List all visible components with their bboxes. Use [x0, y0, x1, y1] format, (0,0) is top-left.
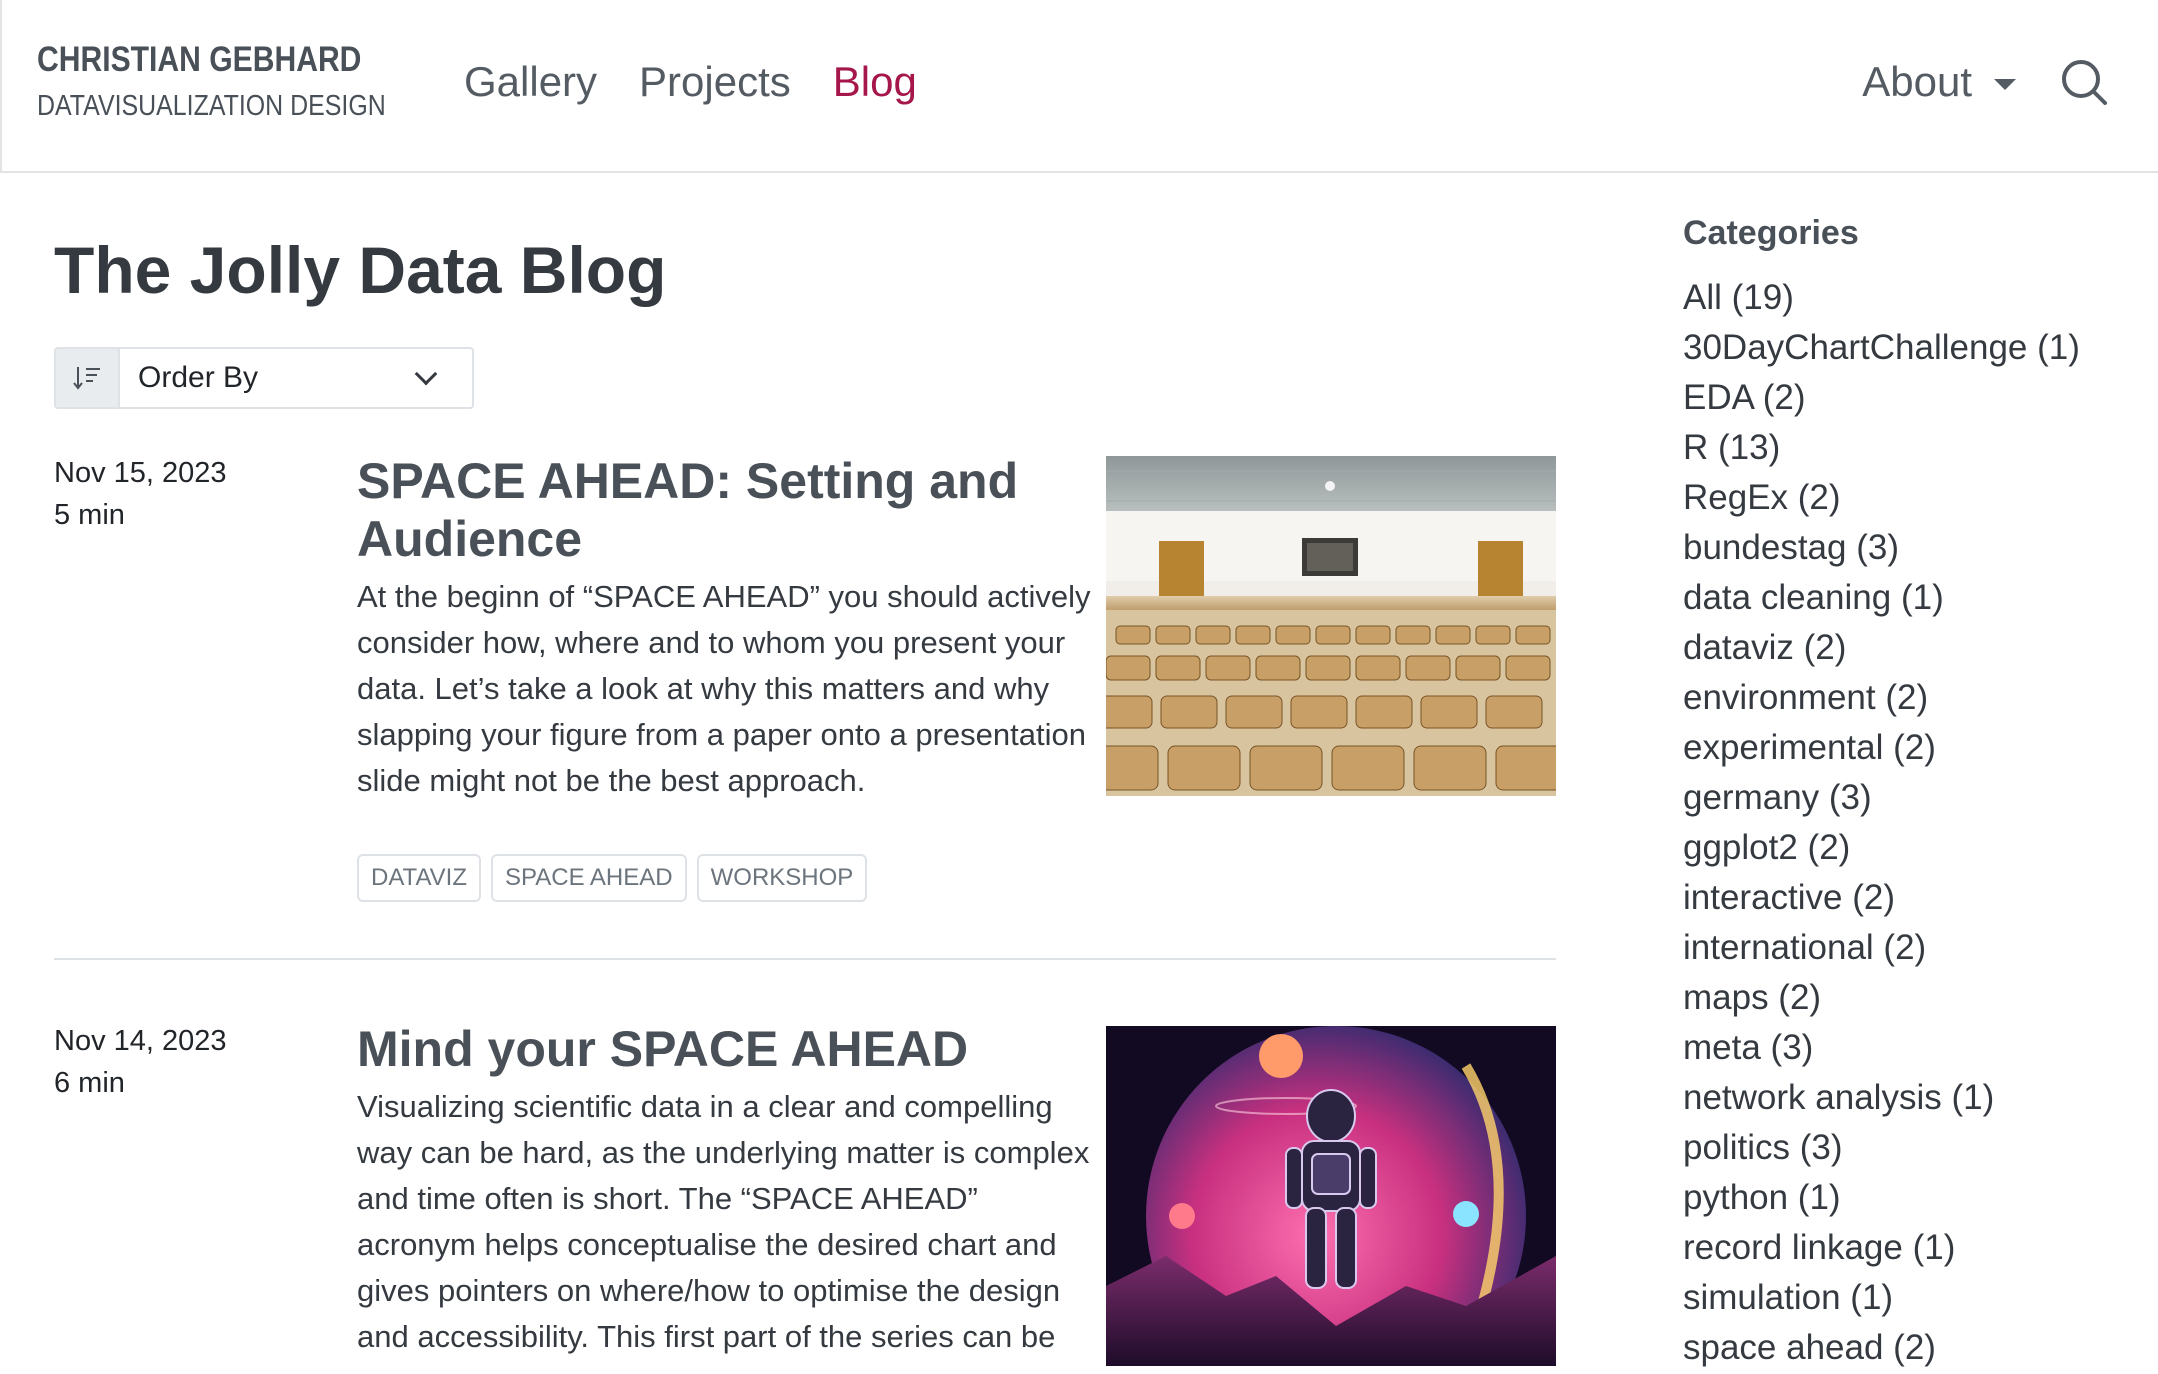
sort-icon [56, 349, 120, 407]
post-meta: Nov 15, 2023 5 min [54, 452, 227, 536]
categories-title: Categories [1683, 214, 1859, 252]
post-body: SPACE AHEAD: Setting and Audience At the… [357, 452, 1097, 902]
post-item[interactable]: Nov 14, 2023 6 min Mind your SPACE AHEAD… [54, 1020, 1556, 1374]
category-international[interactable]: international (2) [1683, 923, 2143, 973]
navbar: CHRISTIAN GEBHARD DATAVISUALIZATION DESI… [0, 0, 2158, 173]
about-dropdown[interactable]: About [1862, 58, 2016, 106]
brand[interactable]: CHRISTIAN GEBHARD DATAVISUALIZATION DESI… [37, 40, 443, 123]
post-read-time: 5 min [54, 499, 125, 531]
brand-title[interactable]: CHRISTIAN GEBHARD [37, 40, 386, 80]
category-politics[interactable]: politics (3) [1683, 1123, 2143, 1173]
category-network-analysis[interactable]: network analysis (1) [1683, 1073, 2143, 1123]
category-record-linkage[interactable]: record linkage (1) [1683, 1223, 2143, 1273]
chevron-down-icon [414, 362, 438, 386]
category-regex[interactable]: RegEx (2) [1683, 473, 2143, 523]
category-data-cleaning[interactable]: data cleaning (1) [1683, 573, 2143, 623]
category-meta[interactable]: meta (3) [1683, 1023, 2143, 1073]
main-nav: Gallery Projects Blog [464, 58, 917, 106]
category-experimental[interactable]: experimental (2) [1683, 723, 2143, 773]
post-tags: DATAVIZ SPACE AHEAD WORKSHOP [357, 854, 1097, 902]
category-germany[interactable]: germany (3) [1683, 773, 2143, 823]
post-title[interactable]: SPACE AHEAD: Setting and Audience [357, 452, 1097, 568]
post-description: At the beginn of “SPACE AHEAD” you shoul… [357, 579, 1091, 798]
post-title[interactable]: Mind your SPACE AHEAD [357, 1020, 1097, 1078]
post-meta: Nov 14, 2023 6 min [54, 1020, 227, 1104]
tag-workshop[interactable]: WORKSHOP [696, 854, 868, 902]
category-bundestag[interactable]: bundestag (3) [1683, 523, 2143, 573]
category-maps[interactable]: maps (2) [1683, 973, 2143, 1023]
brand-subtitle[interactable]: DATAVISUALIZATION DESIGN [37, 90, 386, 123]
category-space-ahead[interactable]: space ahead (2) [1683, 1323, 2143, 1373]
category-all[interactable]: All (19) [1683, 273, 2143, 323]
caret-down-icon [1994, 78, 2016, 90]
category-dataviz[interactable]: dataviz (2) [1683, 623, 2143, 673]
order-by-select[interactable]: Order By [54, 347, 474, 409]
nav-link-blog[interactable]: Blog [833, 58, 917, 106]
tag-dataviz[interactable]: DATAVIZ [357, 854, 481, 902]
post-body: Mind your SPACE AHEAD Visualizing scient… [357, 1020, 1097, 1360]
order-by-label: Order By [138, 361, 259, 394]
lecture-hall-image[interactable] [1106, 456, 1556, 796]
category-interactive[interactable]: interactive (2) [1683, 873, 2143, 923]
category-30daychartchallenge[interactable]: 30DayChartChallenge (1) [1683, 323, 2143, 373]
nav-right: About [1862, 58, 2108, 106]
post-divider [54, 958, 1556, 960]
category-environment[interactable]: environment (2) [1683, 673, 2143, 723]
post-read-time: 6 min [54, 1067, 125, 1099]
post-description: Visualizing scientific data in a clear a… [357, 1089, 1090, 1354]
search-icon[interactable] [2060, 58, 2108, 106]
post-item[interactable]: Nov 15, 2023 5 min SPACE AHEAD: Setting … [54, 452, 1556, 942]
tag-space-ahead[interactable]: SPACE AHEAD [491, 854, 687, 902]
category-python[interactable]: python (1) [1683, 1173, 2143, 1223]
category-ggplot2[interactable]: ggplot2 (2) [1683, 823, 2143, 873]
categories-sidebar: Categories All (19) 30DayChartChallenge … [1683, 214, 2143, 1373]
nav-link-projects[interactable]: Projects [639, 58, 791, 106]
category-simulation[interactable]: simulation (1) [1683, 1273, 2143, 1323]
about-label: About [1862, 58, 1972, 105]
post-date: Nov 14, 2023 [54, 1025, 227, 1057]
nav-link-gallery[interactable]: Gallery [464, 58, 597, 106]
category-eda[interactable]: EDA (2) [1683, 373, 2143, 423]
order-by-dropdown[interactable]: Order By [120, 349, 472, 407]
category-r[interactable]: R (13) [1683, 423, 2143, 473]
astronaut-planet-image[interactable] [1106, 1026, 1556, 1366]
page-title: The Jolly Data Blog [54, 233, 667, 307]
post-date: Nov 15, 2023 [54, 457, 227, 489]
